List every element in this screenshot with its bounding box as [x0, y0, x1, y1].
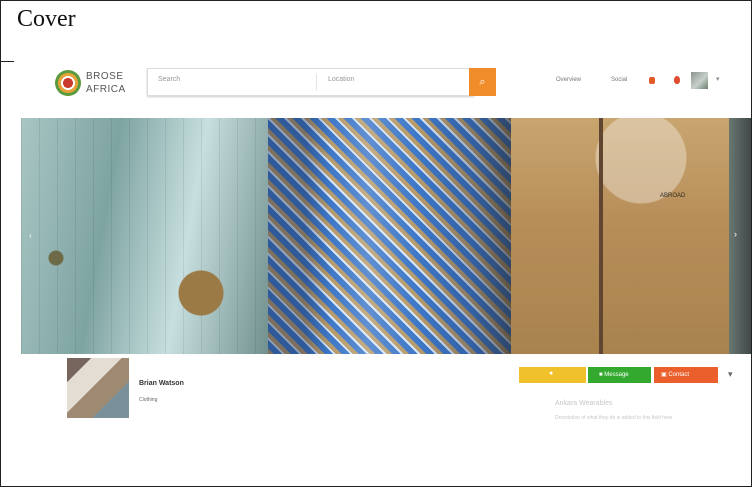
profile-name: Brian Watson [139, 380, 184, 387]
carousel-next-icon[interactable]: › [734, 229, 737, 239]
search-divider [316, 74, 317, 90]
more-options-icon[interactable]: ▾ [728, 369, 733, 380]
page-title: Cover [17, 6, 76, 32]
contact-label: Contact [668, 372, 690, 378]
frame-tick [0, 61, 14, 62]
top-navigation: BROSE AFRICA Search Location ⌕ Overview … [21, 62, 751, 106]
brand-line-2: AFRICA [86, 84, 126, 95]
flag-icon[interactable] [649, 77, 655, 84]
banner-image-1 [21, 118, 268, 354]
nav-link-social[interactable]: Social [611, 77, 627, 83]
banner-image-3 [511, 118, 751, 354]
about-title: Ankara Wearables [555, 400, 613, 407]
contact-button[interactable]: ▣ Contact [654, 367, 718, 383]
person-icon: ● [549, 370, 554, 377]
profile-subtitle: Clothing [139, 397, 158, 403]
frame-left-line [0, 61, 1, 485]
message-label: Message [604, 372, 629, 378]
search-icon: ⌕ [479, 76, 486, 88]
search-bar[interactable]: Search Location [147, 68, 474, 96]
banner-caption: ABROAD [660, 193, 686, 199]
contact-icon: ▣ [661, 372, 667, 378]
brand-text: BROSE AFRICA [86, 70, 126, 96]
nav-link-overview[interactable]: Overview [556, 77, 581, 83]
message-button[interactable]: ■ Message [588, 367, 651, 383]
brand-logo[interactable]: BROSE AFRICA [55, 67, 141, 101]
fire-icon[interactable] [674, 76, 680, 84]
carousel-prev-icon[interactable]: ‹ [29, 231, 32, 240]
about-description: Description of what they do is added to … [555, 415, 673, 421]
cover-banner [21, 118, 751, 354]
logo-mark-icon [55, 70, 81, 96]
banner-image-2-overlay [268, 118, 518, 354]
chevron-down-icon[interactable]: ▾ [716, 75, 720, 83]
message-icon: ■ [599, 372, 603, 378]
banner-image-edge [729, 118, 751, 354]
search-button[interactable]: ⌕ [469, 68, 496, 96]
follow-button[interactable]: ● [519, 367, 586, 383]
profile-image[interactable] [67, 358, 129, 418]
search-input[interactable]: Search [158, 76, 180, 83]
user-avatar[interactable] [691, 72, 708, 89]
brand-line-1: BROSE [86, 71, 124, 82]
location-input[interactable]: Location [328, 76, 354, 83]
